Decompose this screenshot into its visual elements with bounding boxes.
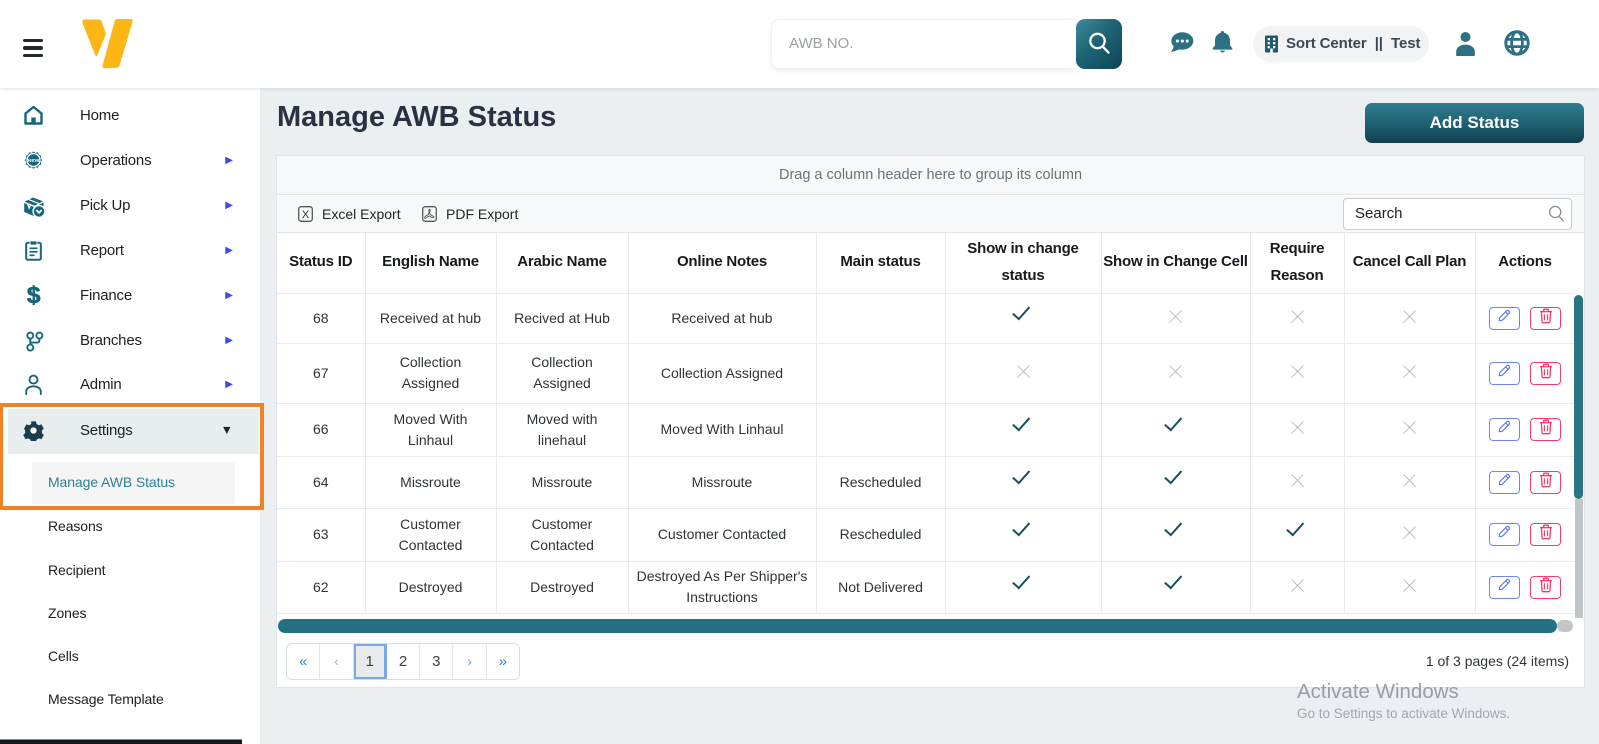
svg-text:X: X xyxy=(302,209,310,221)
svg-text:NEW: NEW xyxy=(28,158,40,164)
